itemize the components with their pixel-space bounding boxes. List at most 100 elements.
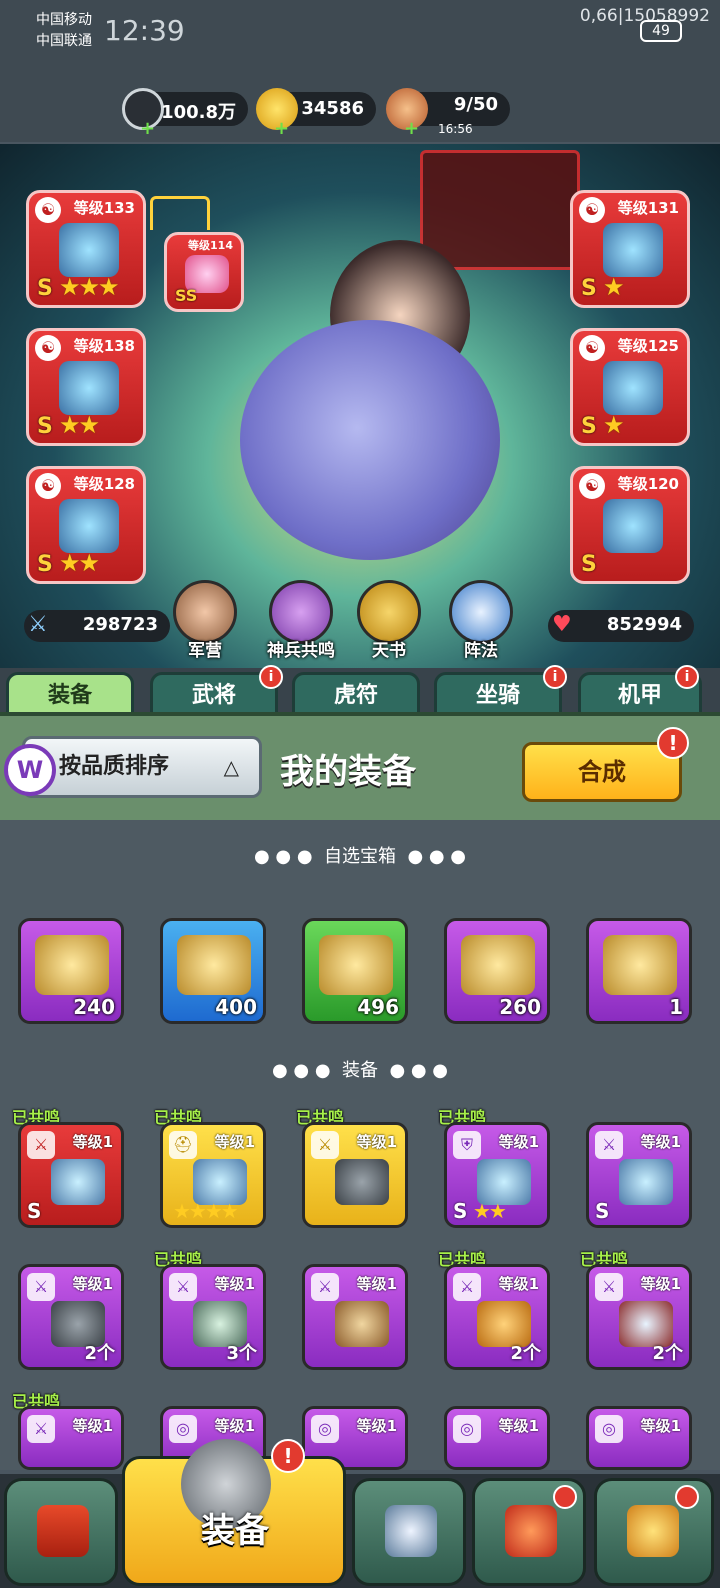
grade-label: S <box>581 276 597 301</box>
chest-item[interactable]: 496 <box>302 918 408 1024</box>
yinyang-icon: ☯ <box>579 335 605 361</box>
item-level: 等级1 <box>72 1417 113 1435</box>
heavenly-book-button[interactable]: 天书 <box>354 580 424 661</box>
nav-battle-button[interactable] <box>352 1478 466 1586</box>
equip-level: 等级128 <box>73 475 135 493</box>
nav-pet-button[interactable] <box>472 1478 586 1586</box>
equip-slot-right-3[interactable]: ☯ 等级120 S <box>570 466 690 584</box>
resonance-icon <box>269 580 333 644</box>
stamina-resource[interactable]: + 9/50 <box>386 88 510 139</box>
chest-item[interactable]: 1 <box>586 918 692 1024</box>
chest-art <box>461 935 535 995</box>
sword-icon: ⚔ <box>27 1131 55 1159</box>
weapon-art <box>59 223 119 277</box>
accessory-art <box>603 361 663 415</box>
dots-left: ● ● ● <box>271 1060 331 1081</box>
equip-level: 等级120 <box>617 475 679 493</box>
tab-label: 机甲 <box>617 683 662 708</box>
mount-creature[interactable] <box>240 320 500 560</box>
star-rating: ★★★ <box>59 273 120 301</box>
sword-icon: ⚔ <box>28 612 48 637</box>
equip-slot-left-3[interactable]: ☯ 等级128 S ★★ <box>26 466 146 584</box>
item-level: 等级1 <box>356 1275 397 1293</box>
carrier-info: 中国移动 中国联通 <box>36 10 92 52</box>
chevron-up-icon: △ <box>223 755 239 779</box>
silver-value: 100.8万 <box>161 102 236 123</box>
war-banner <box>420 150 580 270</box>
chest-art <box>603 935 677 995</box>
carrier-2: 中国联通 <box>36 33 92 49</box>
item-count: 2个 <box>84 1343 115 1364</box>
equipment-item[interactable]: ⚔ 等级1 <box>302 1264 408 1370</box>
equip-slot-right-2[interactable]: ☯ 等级125 S ★ <box>570 328 690 446</box>
chest-art <box>319 935 393 995</box>
sort-dropdown[interactable]: 按品质排序 △ <box>22 736 262 798</box>
equip-slot-right-1[interactable]: ☯ 等级131 S ★ <box>570 190 690 308</box>
fist-upgrade-icon <box>627 1505 679 1557</box>
item-level: 等级1 <box>72 1133 113 1151</box>
sword-icon: ⚔ <box>27 1273 55 1301</box>
sword-icon: ⚔ <box>311 1131 339 1159</box>
equipment-item[interactable]: ⚔ 等级1 <box>302 1122 408 1228</box>
chest-item[interactable]: 400 <box>160 918 266 1024</box>
equipment-item[interactable]: ⚔ 等级1 <box>18 1406 124 1470</box>
item-level: 等级1 <box>498 1275 539 1293</box>
dots-right: ● ● ● <box>407 846 467 867</box>
grade-label: SS <box>175 286 198 305</box>
item-level: 等级1 <box>214 1133 255 1151</box>
equipment-item[interactable]: ◎ 等级1 <box>444 1406 550 1470</box>
sort-label: 按品质排序 <box>59 754 170 779</box>
attack-stat: ⚔ 298723 <box>24 610 170 642</box>
grade-label: S <box>37 552 53 577</box>
equip-slot-left-2[interactable]: ☯ 等级138 S ★★ <box>26 328 146 446</box>
chest-item[interactable]: 260 <box>444 918 550 1024</box>
chest-count: 260 <box>499 995 541 1019</box>
add-silver-icon[interactable]: + <box>140 118 155 139</box>
equipment-item[interactable]: ⚔ 等级1 3个 <box>160 1264 266 1370</box>
chest-count: 496 <box>357 995 399 1019</box>
dots-right: ● ● ● <box>389 1060 449 1081</box>
section-chests-header: ● ● ● 自选宝箱 ● ● ● <box>0 842 720 868</box>
weapon-resonance-button[interactable]: 神兵共鸣 <box>262 580 340 661</box>
equipment-item[interactable]: ⚔ 等级1 2个 <box>18 1264 124 1370</box>
equipment-item[interactable]: ⚔ 等级1 2个 <box>586 1264 692 1370</box>
add-stamina-icon[interactable]: + <box>404 118 419 139</box>
formation-button[interactable]: 阵法 <box>446 580 516 661</box>
combine-button[interactable]: 合成 ! <box>522 727 689 802</box>
item-level: 等级1 <box>214 1417 255 1435</box>
equip-slot-extra[interactable]: 等级114 SS <box>164 232 244 312</box>
equipment-item[interactable]: ⛨ 等级1 S ★★ <box>444 1122 550 1228</box>
item-art <box>619 1159 673 1205</box>
add-gold-icon[interactable]: + <box>274 118 289 139</box>
equipment-item[interactable]: ⚔ 等级1 S <box>18 1122 124 1228</box>
dots-left: ● ● ● <box>253 846 313 867</box>
section-title: 自选宝箱 <box>324 846 396 867</box>
carrier-1: 中国移动 <box>36 12 92 28</box>
tab-label: 虎符 <box>333 683 378 708</box>
armor-art <box>603 223 663 277</box>
nav-city-button[interactable] <box>4 1478 118 1586</box>
stamina-value: 9/50 <box>453 94 498 115</box>
item-level: 等级1 <box>640 1417 681 1435</box>
equipment-item[interactable]: ◎ 等级1 <box>586 1406 692 1470</box>
sword-icon: ⚔ <box>169 1273 197 1301</box>
equipment-item[interactable]: ⚔ 等级1 2个 <box>444 1264 550 1370</box>
tab-label: 装备 <box>47 683 92 708</box>
item-art <box>335 1301 389 1347</box>
chest-item[interactable]: 240 <box>18 918 124 1024</box>
star-rating: ★★★★ <box>173 1199 239 1223</box>
equip-slot-left-1[interactable]: ☯ 等级133 S ★★★ <box>26 190 146 308</box>
silver-resource[interactable]: + 100.8万 <box>122 88 248 139</box>
equipment-item[interactable]: ⚔ 等级1 S <box>586 1122 692 1228</box>
medal-icon: ◎ <box>453 1415 481 1443</box>
medal-icon: ◎ <box>311 1415 339 1443</box>
nav-equipment-button[interactable]: 装备 ! <box>122 1439 346 1586</box>
barracks-button[interactable]: 军营 <box>170 580 240 661</box>
alert-dot <box>553 1485 577 1509</box>
app-logo-icon[interactable]: W <box>4 744 56 796</box>
gold-resource[interactable]: + 34586 <box>256 88 376 139</box>
equipment-item[interactable]: ⛑ 等级1 ★★★★ <box>160 1122 266 1228</box>
star-rating: ★ <box>603 411 624 439</box>
yinyang-icon: ☯ <box>35 335 61 361</box>
nav-upgrade-button[interactable] <box>594 1478 714 1586</box>
